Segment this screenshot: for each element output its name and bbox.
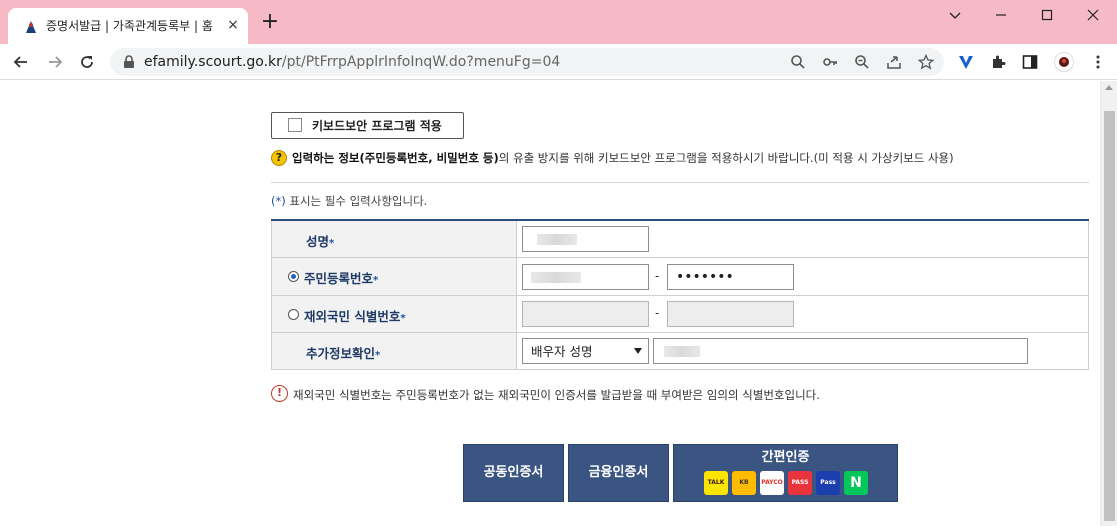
- foreigner-radio[interactable]: [288, 309, 299, 320]
- form-body-resident: - •••••••: [517, 258, 1089, 295]
- simple-auth-label: 간편인증: [761, 450, 810, 465]
- foreigner-id-warning: ! 재외국민 식별번호는 주민등록번호가 없는 재외국민이 인증서를 발급받을 …: [271, 384, 991, 404]
- key-icon[interactable]: [822, 54, 838, 70]
- form-body-extra: 배우자 성명: [517, 333, 1089, 369]
- question-icon: ?: [271, 150, 287, 166]
- tab-title: 증명서발급 | 가족관계등록부 | 홈: [46, 19, 213, 33]
- browser-tab[interactable]: 증명서발급 | 가족관계등록부 | 홈 ×: [8, 8, 248, 44]
- exclamation-icon: !: [271, 385, 288, 402]
- joint-certificate-button[interactable]: 공동인증서: [463, 444, 564, 502]
- address-bar[interactable]: efamily.scourt.go.kr/pt/PtFrrpApplrInfoI…: [110, 48, 944, 76]
- security-notice-text: 입력하는 정보(주민등록번호, 비밀번호 등)의 유출 방지를 위해 키보드보안…: [292, 150, 954, 166]
- resident-radio[interactable]: [288, 271, 299, 282]
- form-row-extra: 추가정보확인* 배우자 성명: [271, 333, 1089, 370]
- keyboard-security-label: 키보드보안 프로그램 적용: [312, 119, 442, 133]
- extra-info-input[interactable]: [653, 338, 1028, 364]
- notice-rest-text: 의 유출 방지를 위해 키보드보안 프로그램을 적용하시기 바랍니다.(미 적용…: [498, 151, 954, 165]
- lock-icon[interactable]: [122, 55, 136, 69]
- tab-close-button[interactable]: ×: [224, 16, 242, 34]
- url-text[interactable]: efamily.scourt.go.kr/pt/PtFrrpApplrInfoI…: [144, 54, 560, 70]
- redacted-resident-front: [531, 272, 581, 283]
- tab-search-icon[interactable]: [940, 4, 970, 26]
- required-note-star: (*): [271, 194, 286, 208]
- kb-bank-icon: KB: [732, 471, 756, 495]
- kakao-talk-icon: TALK: [704, 471, 728, 495]
- back-button[interactable]: [8, 49, 34, 75]
- page-viewport: 키보드보안 프로그램 적용 ? 입력하는 정보(주민등록번호, 비밀번호 등)의…: [0, 81, 1117, 526]
- zoom-icon[interactable]: [854, 54, 870, 70]
- security-notice: ? 입력하는 정보(주민등록번호, 비밀번호 등)의 유출 방지를 위해 키보드…: [271, 149, 991, 167]
- foreigner-label: 재외국민 식별번호*: [304, 309, 406, 324]
- resident-dash: -: [655, 269, 660, 283]
- form-body-name: [517, 221, 1089, 257]
- bookmark-star-icon[interactable]: [918, 54, 934, 70]
- keyboard-security-checkbox[interactable]: [288, 118, 302, 132]
- naver-icon: N: [844, 471, 868, 495]
- url-host: efamily.scourt.go.kr: [144, 54, 282, 70]
- required-note: (*) 표시는 필수 입력사항입니다.: [271, 193, 427, 209]
- vertical-scrollbar[interactable]: [1100, 81, 1117, 526]
- payco-icon: PAYCO: [760, 471, 784, 495]
- form-head-extra: 추가정보확인*: [271, 333, 517, 369]
- extensions-puzzle-icon[interactable]: [990, 54, 1006, 70]
- required-note-text: 표시는 필수 입력사항입니다.: [285, 194, 428, 208]
- pass-icon: PASS: [788, 471, 812, 495]
- foreigner-back-input[interactable]: [667, 301, 794, 327]
- scroll-thumb[interactable]: [1104, 111, 1115, 521]
- chevron-down-icon: [634, 348, 642, 354]
- form-head-foreigner: 재외국민 식별번호*: [271, 296, 517, 332]
- close-window-button[interactable]: [1078, 4, 1108, 26]
- court-favicon-icon: [23, 19, 39, 35]
- scroll-up-arrow-icon[interactable]: [1105, 85, 1113, 90]
- resident-front-input[interactable]: [522, 264, 649, 290]
- resident-back-input[interactable]: •••••••: [667, 264, 794, 290]
- side-panel-icon[interactable]: [1022, 54, 1038, 70]
- profile-avatar-icon[interactable]: [1054, 52, 1074, 72]
- url-path: /pt/PtFrrpApplrInfoInqW.do?menuFg=04: [281, 54, 561, 70]
- name-input[interactable]: [522, 226, 649, 252]
- financial-certificate-label: 금융인증서: [588, 465, 649, 480]
- form-row-resident: 주민등록번호* - •••••••: [271, 258, 1089, 296]
- menu-kebab-icon[interactable]: [1090, 54, 1106, 70]
- warning-text: 재외국민 식별번호는 주민등록번호가 없는 재외국민이 인증서를 발급받을 때 …: [293, 388, 820, 402]
- resident-label: 주민등록번호*: [304, 271, 379, 286]
- keyboard-security-toggle[interactable]: 키보드보안 프로그램 적용: [271, 112, 464, 139]
- applicant-form-table: 성명* 주민등록번호* - ••••••• 재외국민 식별번호* - 추가정보확…: [271, 219, 1089, 370]
- extension-v-icon[interactable]: [958, 54, 974, 70]
- search-icon[interactable]: [790, 54, 806, 70]
- form-row-foreigner: 재외국민 식별번호* -: [271, 296, 1089, 333]
- simple-auth-providers: TALK KB PAYCO PASS Pass N: [704, 471, 874, 495]
- new-tab-button[interactable]: +: [260, 11, 280, 33]
- name-label: 성명*: [306, 234, 335, 249]
- extra-label: 추가정보확인*: [306, 346, 381, 361]
- form-head-resident: 주민등록번호*: [271, 258, 517, 295]
- joint-certificate-label: 공동인증서: [483, 465, 544, 480]
- maximize-button[interactable]: [1032, 4, 1062, 26]
- notice-bold-text: 입력하는 정보(주민등록번호, 비밀번호 등): [292, 151, 499, 165]
- redacted-extra-info: [664, 346, 700, 357]
- form-row-name: 성명*: [271, 221, 1089, 258]
- reload-button[interactable]: [74, 49, 100, 75]
- extra-info-select-value: 배우자 성명: [531, 344, 593, 359]
- samsung-pass-icon: Pass: [816, 471, 840, 495]
- extra-info-select[interactable]: 배우자 성명: [522, 338, 649, 364]
- section-divider: [271, 182, 1089, 183]
- simple-auth-button[interactable]: 간편인증 TALK KB PAYCO PASS Pass N: [673, 444, 898, 502]
- foreigner-front-input[interactable]: [522, 301, 649, 327]
- financial-certificate-button[interactable]: 금융인증서: [568, 444, 669, 502]
- redacted-name: [537, 234, 577, 245]
- browser-toolbar: efamily.scourt.go.kr/pt/PtFrrpApplrInfoI…: [0, 44, 1117, 80]
- foreigner-dash: -: [655, 306, 660, 320]
- share-icon[interactable]: [886, 54, 902, 70]
- minimize-button[interactable]: [986, 4, 1016, 26]
- browser-tab-bar: 증명서발급 | 가족관계등록부 | 홈 × +: [0, 0, 1117, 44]
- forward-button[interactable]: [42, 49, 68, 75]
- form-body-foreigner: -: [517, 296, 1089, 332]
- form-head-name: 성명*: [271, 221, 517, 257]
- resident-back-masked: •••••••: [676, 269, 734, 285]
